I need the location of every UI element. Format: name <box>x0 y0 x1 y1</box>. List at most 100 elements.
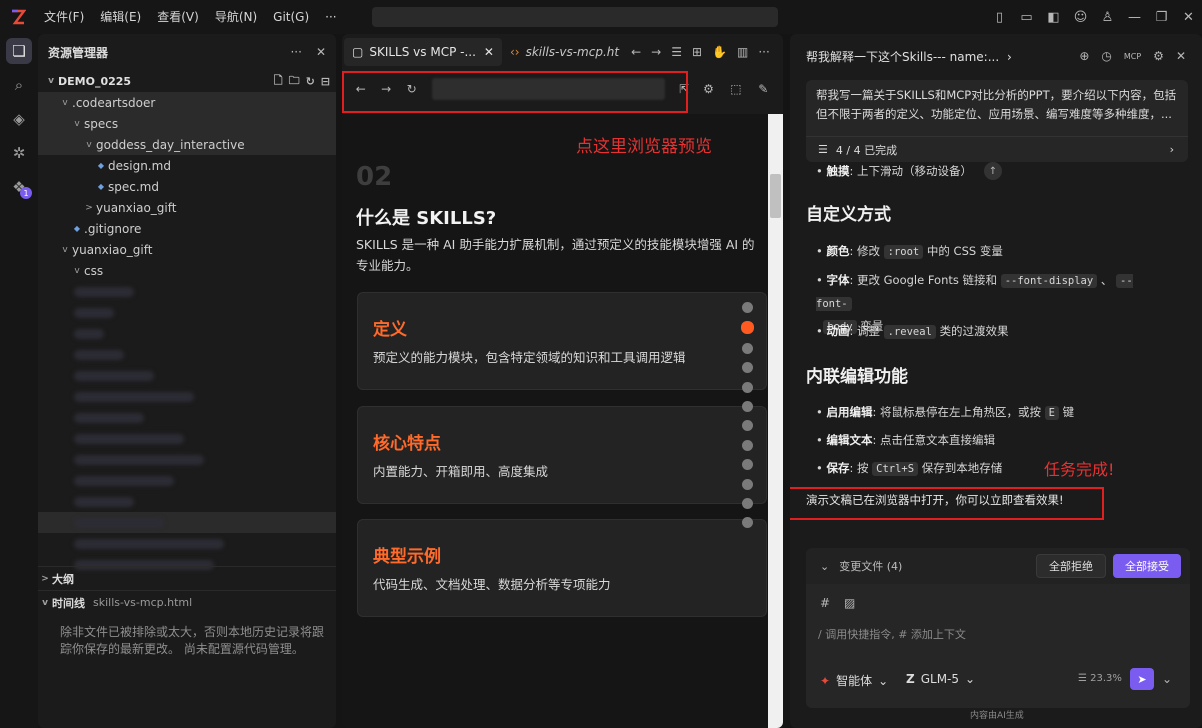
tree-item[interactable]: ◆ spec.md <box>38 176 336 197</box>
slide-dot[interactable] <box>742 439 753 451</box>
tree-item[interactable]: v css <box>38 260 336 281</box>
tree-item[interactable]: v yuanxiao_gift <box>38 239 336 260</box>
image-icon[interactable]: ▨ <box>844 596 855 610</box>
menu-git[interactable]: Git(G) <box>265 0 317 34</box>
new-folder-icon[interactable]: 🗀 <box>289 72 300 91</box>
close-icon[interactable]: ✕ <box>484 45 494 59</box>
menu-edit[interactable]: 编辑(E) <box>92 0 149 34</box>
arrow-right-icon[interactable]: → <box>651 45 661 59</box>
activity-git[interactable]: ◈ <box>0 102 38 136</box>
browser-icon: ▢ <box>352 45 364 59</box>
hand-icon[interactable]: ✋ <box>712 45 727 59</box>
activity-extensions[interactable]: ❖ 1 <box>0 170 38 204</box>
activity-explorer[interactable]: ❏ <box>0 34 38 68</box>
card-text: 内置能力、开箱即用、高度集成 <box>373 464 549 479</box>
blurred-text <box>74 454 204 465</box>
hash-icon[interactable]: # <box>820 596 830 610</box>
refresh-icon[interactable]: ↻ <box>306 72 315 91</box>
toggle-sidebar-icon[interactable]: ▯ <box>986 0 1013 34</box>
send-button[interactable]: ➤ <box>1130 668 1154 690</box>
new-file-icon[interactable]: 🗋 <box>274 72 283 91</box>
card-definition: 定义 预定义的能力模块，包含特定领域的知识和工具调用逻辑 <box>357 292 767 390</box>
search-icon: ⌕ <box>14 76 24 94</box>
annotation-box-preview <box>342 71 688 113</box>
blurred-row <box>38 344 336 365</box>
slide-dot[interactable] <box>742 497 753 509</box>
close-window-icon[interactable]: ✕ <box>1175 0 1202 34</box>
slide-dot[interactable] <box>742 420 753 432</box>
tree-item[interactable]: v specs <box>38 113 336 134</box>
tree-item[interactable]: > yuanxiao_gift <box>38 197 336 218</box>
arrow-left-icon[interactable]: ← <box>631 45 641 59</box>
menu-view[interactable]: 查看(V) <box>149 0 207 34</box>
timeline-section[interactable]: v 时间线 skills-vs-mcp.html <box>38 590 336 614</box>
account-icon[interactable]: ♙ <box>1094 0 1121 34</box>
extensions-badge: 1 <box>20 187 32 199</box>
devtools-icon[interactable]: ⚙ <box>695 82 722 96</box>
close-icon[interactable]: ✕ <box>1176 49 1186 63</box>
chat-input-placeholder: / 调用快捷指令, # 添加上下文 <box>818 628 966 641</box>
more-icon[interactable]: ··· <box>290 45 301 59</box>
feedback-smile-icon[interactable]: ☺ <box>1067 0 1094 34</box>
accept-all-button[interactable]: 全部接受 <box>1113 554 1181 578</box>
timeline-file: skills-vs-mcp.html <box>93 596 193 609</box>
tab-html-file[interactable]: ‹› skills-vs-mcp.ht <box>502 38 627 66</box>
blurred-row <box>38 533 336 554</box>
toggle-panel-icon[interactable]: ▭ <box>1013 0 1040 34</box>
tab-browser-preview[interactable]: ▢ SKILLS vs MCP -... ✕ <box>344 38 502 66</box>
slide-dot[interactable] <box>742 362 753 374</box>
scroll-up-icon[interactable]: ↑ <box>984 162 1002 180</box>
agent-selector[interactable]: ✦ 智能体 ⌄ <box>820 672 888 689</box>
layout-icon[interactable]: ▥ <box>737 45 748 59</box>
timeline-description: 除非文件已被排除或太大，否则本地历史记录将跟踪你保存的最新更改。 尚未配置源代码… <box>60 625 325 656</box>
slide-dot[interactable] <box>742 459 753 471</box>
scrollbar-thumb[interactable] <box>770 174 781 218</box>
blurred-row <box>38 386 336 407</box>
split-icon[interactable]: ⊞ <box>692 45 702 59</box>
slide-dot[interactable] <box>742 381 753 393</box>
collapse-icon[interactable]: ⊟ <box>321 72 330 91</box>
menu-file[interactable]: 文件(F) <box>36 0 92 34</box>
slide-dot[interactable] <box>742 342 753 354</box>
tree-root[interactable]: v DEMO_0225 🗋 🗀 ↻ ⊟ <box>38 70 336 92</box>
chat-input-area[interactable]: # ▨ / 调用快捷指令, # 添加上下文 ✦ 智能体 ⌄ Z GLM-5 ⌄ ☰ 23… <box>806 584 1190 708</box>
changed-files-label: 变更文件 (4) <box>839 560 903 573</box>
model-selector[interactable]: Z GLM-5 ⌄ <box>906 672 975 686</box>
task-progress[interactable]: ☰ 4 / 4 已完成 › <box>806 136 1188 162</box>
tree-item[interactable]: v goddess_day_interactive <box>38 134 336 155</box>
minimize-icon[interactable]: — <box>1121 0 1148 34</box>
history-icon[interactable]: ◷ <box>1101 49 1111 63</box>
mcp-icon[interactable]: MCP <box>1124 49 1141 63</box>
tree-item[interactable]: ◆ .gitignore <box>38 218 336 239</box>
more-icon[interactable]: ··· <box>758 45 769 59</box>
tools-icon[interactable]: ✎ <box>750 82 777 96</box>
chat-title[interactable]: 帮我解释一下这个Skills--- name:... › <box>806 48 1012 65</box>
chevron-down-icon[interactable]: ⌄ <box>1162 672 1172 686</box>
gear-icon[interactable]: ⚙ <box>1153 49 1164 63</box>
reject-all-button[interactable]: 全部拒绝 <box>1036 554 1106 578</box>
files-icon: ❏ <box>6 38 32 64</box>
outline-section[interactable]: > 大纲 <box>38 566 336 590</box>
activity-search[interactable]: ⌕ <box>0 68 38 102</box>
changed-files-bar[interactable]: ⌄ 变更文件 (4) 全部拒绝 全部接受 <box>806 548 1190 584</box>
inspect-icon[interactable]: ⬚ <box>722 82 749 96</box>
slide-dot[interactable] <box>741 321 754 335</box>
file-tree: v .codeartsdoer v specs v goddess_day_interac… <box>38 92 336 281</box>
slide-dot[interactable] <box>742 517 753 529</box>
restore-icon[interactable]: ❐ <box>1148 0 1175 34</box>
blurred-text <box>74 370 154 381</box>
toggle-aux-icon[interactable]: ◧ <box>1040 0 1067 34</box>
slide-dot[interactable] <box>742 400 753 412</box>
menu-navigate[interactable]: 导航(N) <box>207 0 265 34</box>
activity-debug[interactable]: ✲ <box>0 136 38 170</box>
close-icon[interactable]: ✕ <box>316 45 326 59</box>
list-icon[interactable]: ☰ <box>671 45 682 59</box>
command-search-bar[interactable] <box>372 7 778 27</box>
slide-dot[interactable] <box>742 478 753 490</box>
card-title: 核心特点 <box>373 434 441 454</box>
slide-dot[interactable] <box>742 302 753 313</box>
tree-item[interactable]: v .codeartsdoer <box>38 92 336 113</box>
menu-more[interactable]: ··· <box>317 0 344 34</box>
new-chat-icon[interactable]: ⊕ <box>1079 49 1089 63</box>
tree-item[interactable]: ◆ design.md <box>38 155 336 176</box>
